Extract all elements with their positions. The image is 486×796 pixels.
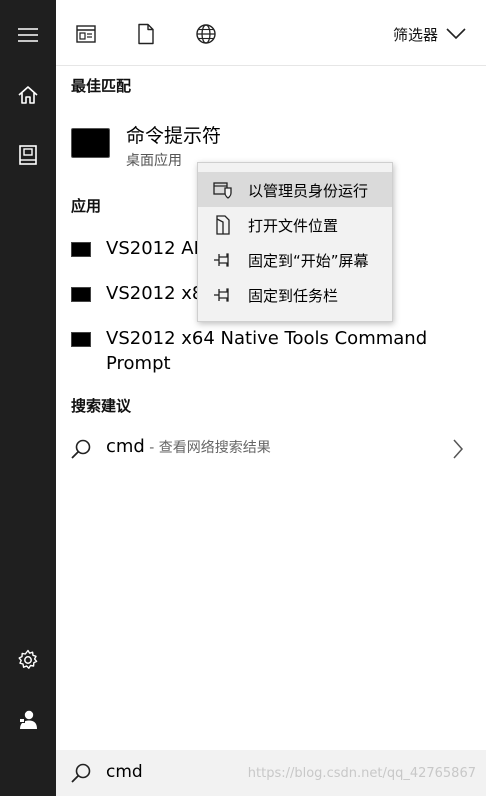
open-file-location-menu-item[interactable]: 打开文件位置	[198, 207, 392, 242]
menu-item-label: 打开文件位置	[248, 217, 339, 235]
settings-button[interactable]	[0, 636, 56, 684]
home-button[interactable]	[0, 71, 56, 119]
best-match-app-type: 桌面应用	[126, 153, 182, 169]
account-button[interactable]	[0, 696, 56, 744]
tab-web[interactable]	[194, 22, 218, 46]
filter-dropdown[interactable]: 筛选器	[393, 22, 466, 46]
globe-icon	[196, 24, 216, 44]
search-icon	[71, 763, 91, 783]
left-rail	[0, 0, 56, 796]
menu-item-label: 固定到任务栏	[248, 287, 339, 305]
console-app-icon	[71, 242, 91, 257]
admin-shield-icon	[213, 182, 232, 199]
best-match-heading: 最佳匹配	[71, 77, 132, 95]
app-result-item[interactable]: VS2012 x64 Native Tools Command Prompt	[56, 326, 486, 378]
search-scope-bar: 筛选器	[56, 0, 486, 66]
context-menu: 以管理员身份运行 打开文件位置 固定到“开始”屏幕 固定到任务栏	[197, 162, 393, 322]
suggestion-text: cmd - 查看网络搜索结果	[106, 436, 271, 457]
command-prompt-icon	[71, 128, 110, 158]
chevron-right-icon[interactable]	[452, 438, 464, 460]
menu-icon	[18, 28, 38, 42]
pin-to-start-menu-item[interactable]: 固定到“开始”屏幕	[198, 242, 392, 277]
search-input[interactable]: cmd	[106, 762, 143, 782]
watermark-text: https://blog.csdn.net/qq_42765867	[247, 766, 476, 781]
search-icon	[71, 439, 91, 459]
menu-item-label: 固定到“开始”屏幕	[248, 252, 369, 270]
pin-to-taskbar-menu-item[interactable]: 固定到任务栏	[198, 277, 392, 312]
suggestions-heading: 搜索建议	[71, 397, 132, 415]
apps-window-icon	[76, 25, 96, 43]
app-result-label: VS2012 x64 Native Tools Command Prompt	[106, 328, 428, 374]
user-icon	[19, 710, 37, 729]
web-search-suggestion[interactable]: cmd - 查看网络搜索结果	[56, 428, 486, 468]
search-panel: 筛选器 最佳匹配 命令提示符 桌面应用 应用 VS2012 AI VS2012 …	[56, 0, 486, 796]
suggestion-query: cmd	[106, 436, 145, 457]
file-location-icon	[216, 215, 230, 235]
chevron-down-icon	[446, 28, 466, 40]
console-app-icon	[71, 287, 91, 302]
run-as-admin-menu-item[interactable]: 以管理员身份运行	[198, 172, 392, 207]
book-icon	[19, 145, 37, 165]
hamburger-menu-button[interactable]	[0, 11, 56, 59]
tab-documents[interactable]	[134, 22, 158, 46]
apps-heading: 应用	[71, 197, 102, 215]
home-icon	[18, 86, 38, 104]
tab-apps[interactable]	[74, 22, 98, 46]
console-app-icon	[71, 332, 91, 347]
filter-label: 筛选器	[392, 25, 438, 44]
gear-icon	[18, 649, 38, 669]
pin-icon	[214, 288, 229, 302]
search-box[interactable]: cmd https://blog.csdn.net/qq_42765867	[56, 750, 486, 796]
pin-icon	[214, 253, 229, 267]
document-icon	[138, 23, 154, 45]
menu-item-label: 以管理员身份运行	[248, 182, 369, 200]
documents-button[interactable]	[0, 131, 56, 179]
suggestion-hint: - 查看网络搜索结果	[144, 440, 271, 456]
best-match-app-name: 命令提示符	[126, 125, 222, 147]
